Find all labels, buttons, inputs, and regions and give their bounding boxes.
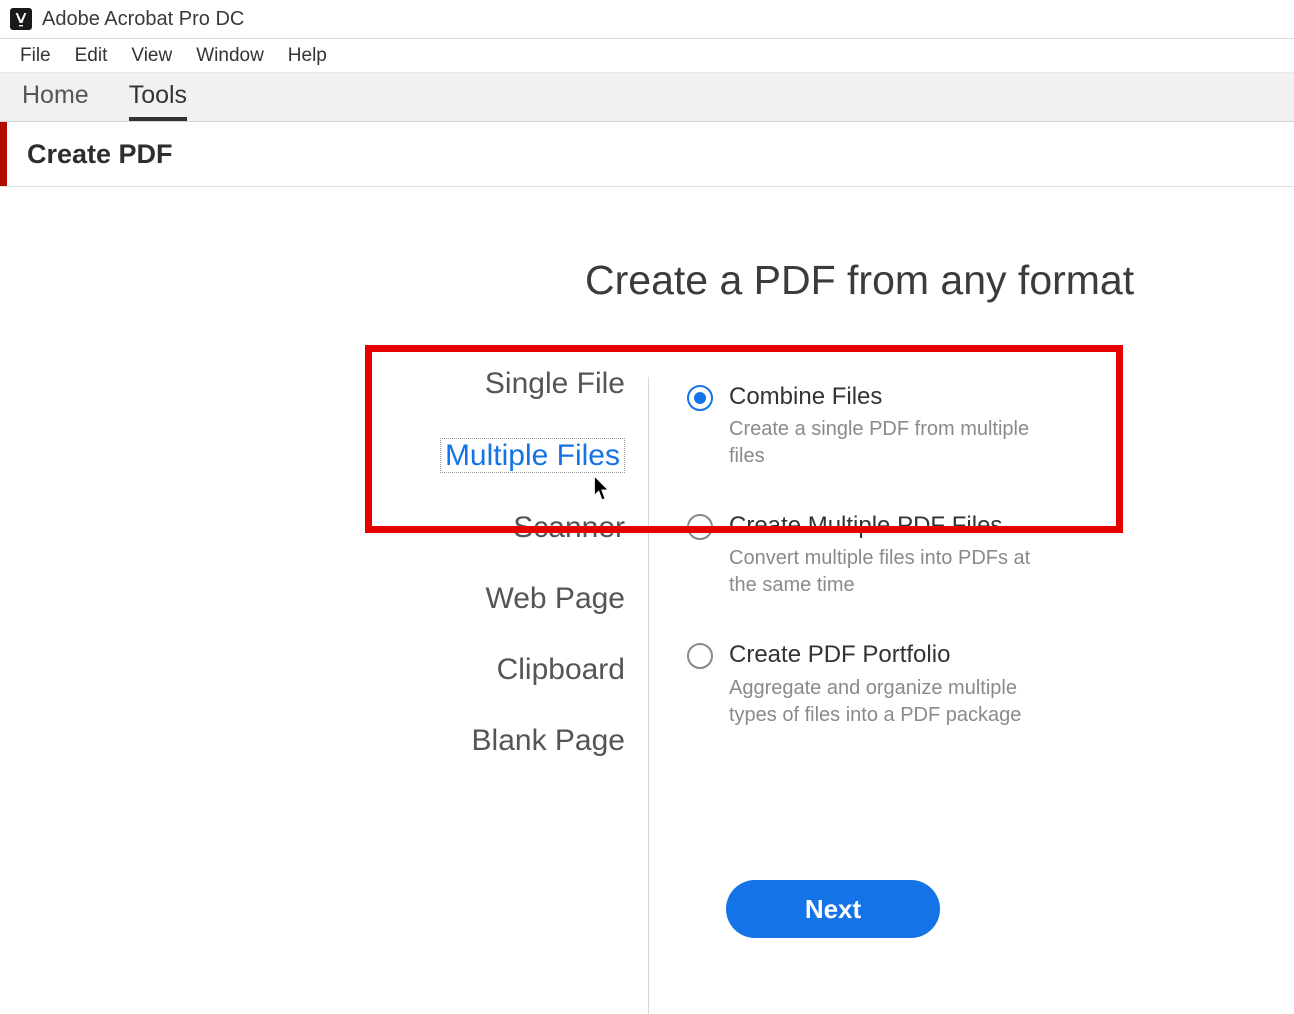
source-multiple-files[interactable]: Multiple Files — [440, 438, 625, 473]
source-scanner[interactable]: Scanner — [380, 511, 625, 544]
menu-bar: File Edit View Window Help — [0, 39, 1294, 73]
source-clipboard[interactable]: Clipboard — [380, 653, 625, 686]
tab-tools[interactable]: Tools — [129, 82, 187, 122]
radio-body: Create PDF Portfolio Aggregate and organ… — [729, 639, 1127, 728]
source-list: Single File Multiple Files Scanner Web P… — [380, 367, 645, 795]
radio-title: Create Multiple PDF Files — [729, 510, 1127, 541]
radio-desc: Aggregate and organize multiple types of… — [729, 675, 1049, 729]
menu-help[interactable]: Help — [276, 41, 339, 71]
menu-window[interactable]: Window — [184, 41, 276, 71]
app-title: Adobe Acrobat Pro DC — [42, 8, 244, 31]
radio-icon — [687, 385, 713, 411]
source-single-file[interactable]: Single File — [380, 367, 625, 400]
page-heading: Create a PDF from any format — [585, 257, 1134, 304]
tool-header: Create PDF — [0, 122, 1294, 187]
radio-desc: Convert multiple files into PDFs at the … — [729, 545, 1049, 599]
tab-strip: Home Tools — [0, 73, 1294, 122]
radio-combine-files[interactable]: Combine Files Create a single PDF from m… — [687, 381, 1127, 470]
radio-pdf-portfolio[interactable]: Create PDF Portfolio Aggregate and organ… — [687, 639, 1127, 728]
radio-body: Combine Files Create a single PDF from m… — [729, 381, 1127, 470]
tab-home[interactable]: Home — [22, 82, 89, 122]
title-bar: Adobe Acrobat Pro DC — [0, 0, 1294, 39]
acrobat-icon — [10, 8, 32, 30]
radio-icon — [687, 514, 713, 540]
radio-desc: Create a single PDF from multiple files — [729, 416, 1049, 470]
options-area: Single File Multiple Files Scanner Web P… — [380, 367, 1127, 795]
menu-view[interactable]: View — [119, 41, 184, 71]
source-web-page[interactable]: Web Page — [380, 582, 625, 615]
menu-file[interactable]: File — [8, 41, 63, 71]
radio-body: Create Multiple PDF Files Convert multip… — [729, 510, 1127, 599]
radio-icon — [687, 643, 713, 669]
main-content: Create a PDF from any format Single File… — [0, 187, 1294, 257]
menu-edit[interactable]: Edit — [63, 41, 120, 71]
radio-create-multiple[interactable]: Create Multiple PDF Files Convert multip… — [687, 510, 1127, 599]
radio-title: Combine Files — [729, 381, 1127, 412]
tool-title: Create PDF — [27, 139, 173, 170]
tool-accent — [0, 122, 7, 186]
source-blank-page[interactable]: Blank Page — [380, 724, 625, 757]
radio-title: Create PDF Portfolio — [729, 639, 1127, 670]
next-button[interactable]: Next — [726, 880, 940, 938]
radio-group: Combine Files Create a single PDF from m… — [645, 367, 1127, 795]
